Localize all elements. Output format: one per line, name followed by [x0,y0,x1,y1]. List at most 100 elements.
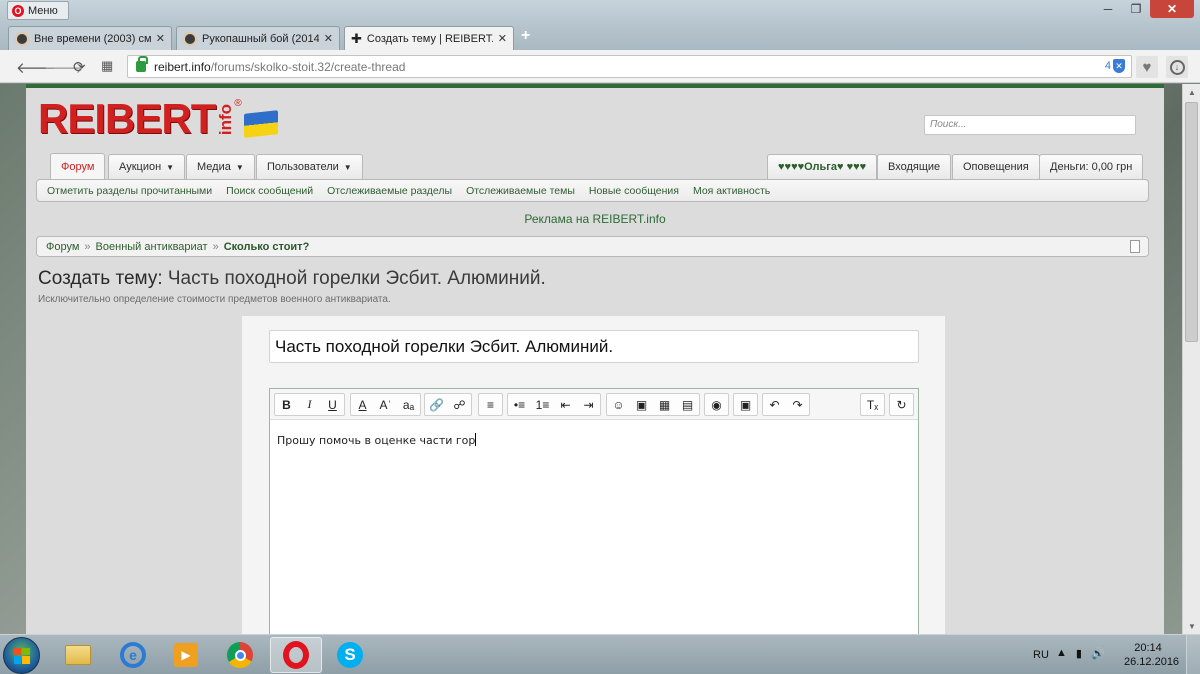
bullet-list-icon[interactable]: •≡ [508,394,531,415]
redo-icon[interactable]: ↷ [786,394,809,415]
nav-tab-alerts[interactable]: Оповещения [952,154,1040,179]
tab-bar: Вне времени (2003) смот ✕ Рукопашный бой… [0,22,1200,50]
taskbar-skype[interactable]: S [324,637,376,673]
subnav-my-activity[interactable]: Моя активность [693,185,770,197]
page-title-thread: Часть походной горелки Эсбит. Алюминий. [167,268,546,289]
toggle-bbcode-icon[interactable]: ↻ [890,394,913,415]
secure-lock-icon [136,56,148,72]
tab-favicon-icon: ✚ [351,30,362,46]
subnav-search-posts[interactable]: Поиск сообщений [226,185,313,197]
show-desktop-button[interactable] [1186,635,1200,674]
tab-close-icon[interactable]: ✕ [324,32,333,45]
media-icon[interactable]: ▦ [653,394,676,415]
toolbar-group-history: ↶ ↷ [762,393,810,416]
toolbar-group-link: 🔗 ☍ [424,393,472,416]
text-cursor [475,433,477,446]
font-size-icon[interactable]: Aʿ [374,394,397,415]
opera-icon [283,641,309,669]
nav-tab-money[interactable]: Деньги: 0,00 грн [1039,154,1144,179]
tab-1[interactable]: Вне времени (2003) смот ✕ [8,26,172,50]
indent-icon[interactable]: ⇥ [577,394,600,415]
taskbar-opera[interactable] [270,637,322,673]
tray-expand-icon[interactable]: ▲ [1056,647,1067,660]
url-field[interactable]: reibert.info /forums/skolko-stoit.32/cre… [127,55,1132,78]
text-color-icon[interactable]: A [351,394,374,415]
speed-dial-icon[interactable]: ▦ [101,58,113,74]
bookmark-heart-icon[interactable]: ♥ [1136,56,1158,78]
taskbar-chrome[interactable] [214,637,266,673]
nav-tab-auction[interactable]: Аукцион ▼ [108,154,186,179]
subnav-new-posts[interactable]: Новые сообщения [589,185,679,197]
smiley-icon[interactable]: ☺ [607,394,630,415]
logo-text: REIBERT [38,95,216,142]
taskbar-explorer[interactable] [52,637,104,673]
url-domain: reibert.info [154,59,211,74]
subnav-mark-read[interactable]: Отметить разделы прочитанными [47,185,212,197]
site-logo[interactable]: REIBERT info ® [38,98,278,140]
outdent-icon[interactable]: ⇤ [554,394,577,415]
nav-tab-media[interactable]: Медиа ▼ [186,154,255,179]
maximize-icon[interactable]: ❐ [1122,0,1150,18]
keyboard-language[interactable]: RU [1033,649,1049,661]
new-tab-button[interactable]: + [521,27,530,45]
download-button[interactable]: ↓ [1166,56,1188,78]
scroll-down-icon[interactable]: ▼ [1183,618,1200,634]
tab-3-active[interactable]: ✚ Создать тему | REIBERT.inf ✕ [344,26,514,50]
start-button[interactable] [3,637,40,674]
scroll-up-icon[interactable]: ▲ [1183,84,1200,100]
minimize-icon[interactable]: ─ [1094,0,1122,18]
breadcrumb-item-forum[interactable]: Форум [46,241,79,253]
numbered-list-icon[interactable]: 1≡ [531,394,554,415]
subnav-watched-threads[interactable]: Отслеживаемые темы [466,185,575,197]
opera-logo-icon: O [12,4,24,17]
system-tray: ▲ ▮ 🔊 [1056,647,1105,660]
insert-more-icon[interactable]: ▤ [676,394,699,415]
breadcrumb: Форум » Военный антиквариат » Сколько ст… [36,236,1149,257]
opera-menu-button[interactable]: O Меню [7,1,69,20]
reload-icon[interactable]: ⟳ [73,58,86,76]
subnav-watched-forums[interactable]: Отслеживаемые разделы [327,185,452,197]
toolbar-group-align: ≡ [478,393,503,416]
close-window-icon[interactable]: ✕ [1150,0,1194,18]
site-search-input[interactable]: Поиск... [924,115,1136,135]
scrollbar-thumb[interactable] [1185,102,1198,342]
underline-icon[interactable]: U [321,394,344,415]
nav-tab-forum[interactable]: Форум [50,153,106,180]
chrome-icon [227,642,253,668]
nav-tab-users[interactable]: Пользователи ▼ [256,154,363,179]
editor-content[interactable]: Прошу помочь в оценке части гор [277,433,477,447]
tab-close-icon[interactable]: ✕ [156,32,165,45]
italic-icon[interactable]: I [298,394,321,415]
system-clock[interactable]: 20:14 26.12.2016 [1124,641,1179,669]
image-icon[interactable]: ▣ [630,394,653,415]
page-scrollbar[interactable]: ▲ ▼ [1182,84,1200,634]
link-icon[interactable]: 🔗 [425,394,448,415]
camera-icon[interactable]: ◉ [705,394,728,415]
undo-icon[interactable]: ↶ [763,394,786,415]
tab-2[interactable]: Рукопашный бой (2014) с ✕ [176,26,340,50]
money-label: Деньги: 0,00 грн [1050,161,1133,173]
message-editor[interactable]: B I U A Aʿ aₐ 🔗 ☍ ≡ •≡ 1≡ ⇤ ⇥ ☺ ▣ ▦ ▤ ◉ … [269,388,919,634]
remove-format-icon[interactable]: Tₓ [861,394,884,415]
taskbar-ie[interactable]: e [107,637,159,673]
network-signal-icon[interactable]: ▮ [1076,647,1082,660]
advertising-link[interactable]: Реклама на REIBERT.info [26,212,1164,226]
save-draft-icon[interactable]: ▣ [734,394,757,415]
tab-favicon-icon [15,31,29,46]
unlink-icon[interactable]: ☍ [448,394,471,415]
align-icon[interactable]: ≡ [479,394,502,415]
thread-title-input[interactable]: Часть походной горелки Эсбит. Алюминий. [269,330,919,363]
nav-tab-label: Медиа [197,161,231,173]
nav-tab-username[interactable]: ♥♥♥♥Ольга♥ ♥♥♥ [767,154,878,179]
nav-tab-inbox[interactable]: Входящие [877,154,952,179]
tab-close-icon[interactable]: ✕ [498,32,507,45]
breadcrumb-item-military-antiques[interactable]: Военный антиквариат [96,241,208,253]
adblock-shield-icon: ✕ [1113,59,1125,73]
taskbar-media-player[interactable]: ▶ [160,637,212,673]
font-family-icon[interactable]: aₐ [397,394,420,415]
volume-icon[interactable]: 🔊 [1091,647,1105,660]
bold-icon[interactable]: B [275,394,298,415]
breadcrumb-current[interactable]: Сколько стоит? [224,241,310,253]
username-label: ♥♥♥♥Ольга♥ ♥♥♥ [778,161,867,173]
adblock-indicator[interactable]: 4 ✕ [1105,59,1125,73]
